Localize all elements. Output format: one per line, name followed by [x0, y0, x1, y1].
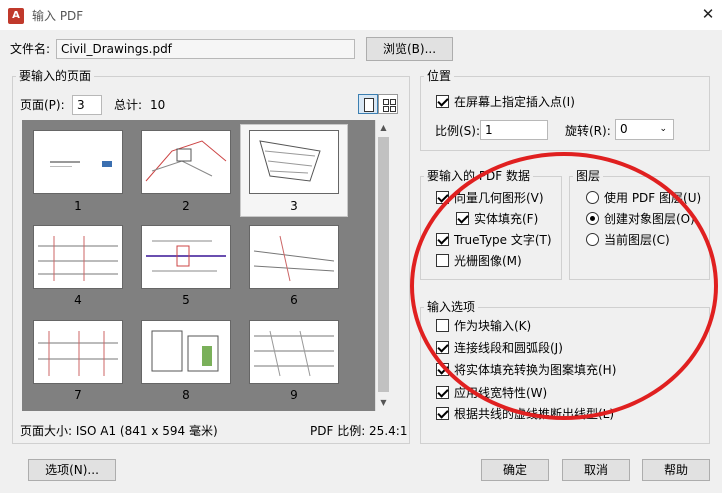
raster-images-checkbox[interactable] [436, 254, 449, 267]
total-value: 10 [150, 98, 166, 112]
page-thumbnail[interactable] [33, 320, 123, 384]
import-as-block-label: 作为块输入(K) [454, 319, 532, 333]
chevron-down-icon: ⌄ [659, 124, 667, 134]
current-layer-label: 当前图层(C) [604, 233, 670, 247]
rotation-label: 旋转(R): [565, 124, 611, 138]
page-thumbnail[interactable] [33, 225, 123, 289]
use-pdf-layers-label: 使用 PDF 图层(U) [604, 191, 702, 205]
pdf-app-icon: A [8, 8, 24, 24]
page-thumbnail-label: 3 [290, 199, 298, 213]
help-button[interactable]: 帮助 [642, 459, 710, 481]
options-button[interactable]: 选项(N)... [28, 459, 116, 481]
import-as-block-checkbox[interactable] [436, 319, 449, 332]
infer-linetypes-label: 根据共线的虚线推断出线型(L) [454, 407, 615, 421]
total-label: 总计: [114, 98, 143, 112]
page-thumbnail[interactable] [249, 320, 339, 384]
solid-fill-label: 实体填充(F) [474, 212, 539, 226]
rotation-select[interactable]: 0 ⌄ [615, 119, 674, 140]
truetype-text-checkbox[interactable] [436, 233, 449, 246]
apply-lineweight-label: 应用线宽特性(W) [454, 386, 548, 400]
page-thumbnail-label: 1 [74, 199, 82, 213]
page-thumbnail-label: 8 [182, 388, 190, 402]
page-thumbnail-label: 5 [182, 293, 190, 307]
scrollbar-thumb[interactable] [378, 137, 389, 392]
grid-view-icon[interactable] [378, 94, 398, 114]
vector-geometry-checkbox[interactable] [436, 191, 449, 204]
truetype-text-label: TrueType 文字(T) [454, 233, 552, 247]
cancel-button[interactable]: 取消 [562, 459, 630, 481]
page-number-input[interactable]: 3 [72, 95, 102, 115]
page-size-text: 页面大小: ISO A1 (841 x 594 毫米) [20, 424, 218, 438]
scale-label: 比例(S): [435, 124, 481, 138]
pages-group-label: 要输入的页面 [16, 69, 95, 83]
position-group-label: 位置 [424, 69, 455, 83]
solid-fill-checkbox[interactable] [456, 212, 469, 225]
page-thumbnail-label: 7 [74, 388, 82, 402]
join-segments-checkbox[interactable] [436, 341, 449, 354]
import-options-group-label: 输入选项 [424, 300, 479, 314]
page-thumbnail[interactable] [141, 320, 231, 384]
title-bar: A 输入 PDF ✕ [0, 0, 722, 30]
infer-linetypes-checkbox[interactable] [436, 407, 449, 420]
convert-fill-to-hatch-checkbox[interactable] [436, 363, 449, 376]
page-thumbnail[interactable] [141, 225, 231, 289]
page-thumbnail-label: 2 [182, 199, 190, 213]
page-thumbnail-label: 6 [290, 293, 298, 307]
create-object-layers-label: 创建对象图层(O) [604, 212, 695, 226]
join-segments-label: 连接线段和圆弧段(J) [454, 341, 563, 355]
page-thumbnail[interactable] [249, 130, 339, 194]
current-layer-radio[interactable] [586, 233, 599, 246]
vector-geometry-label: 向量几何图形(V) [454, 191, 544, 205]
use-pdf-layers-radio[interactable] [586, 191, 599, 204]
layers-group-label: 图层 [573, 169, 604, 183]
specify-onscreen-label: 在屏幕上指定插入点(I) [454, 95, 575, 109]
browse-button[interactable]: 浏览(B)... [366, 37, 453, 61]
single-view-icon[interactable] [358, 94, 378, 114]
window-title: 输入 PDF [32, 9, 84, 23]
close-icon[interactable]: ✕ [697, 3, 719, 25]
file-name-label: 文件名: [10, 42, 51, 56]
pdf-data-group-label: 要输入的 PDF 数据 [424, 169, 534, 183]
raster-images-label: 光栅图像(M) [454, 254, 522, 268]
scroll-down-icon[interactable]: ▼ [375, 395, 392, 411]
page-label: 页面(P): [20, 98, 65, 112]
page-thumbnail[interactable] [249, 225, 339, 289]
file-name-field[interactable]: Civil_Drawings.pdf [56, 39, 355, 59]
scale-input[interactable]: 1 [480, 120, 548, 140]
page-thumbnail-label: 4 [74, 293, 82, 307]
convert-fill-to-hatch-label: 将实体填充转换为图案填充(H) [454, 363, 617, 377]
pdf-scale-text: PDF 比例: 25.4:1 [310, 424, 408, 438]
scroll-up-icon[interactable]: ▲ [375, 120, 392, 136]
page-thumbnail[interactable] [141, 130, 231, 194]
ok-button[interactable]: 确定 [481, 459, 549, 481]
create-object-layers-radio[interactable] [586, 212, 599, 225]
specify-onscreen-checkbox[interactable] [436, 95, 449, 108]
page-thumbnail[interactable] [33, 130, 123, 194]
page-thumbnail-label: 9 [290, 388, 298, 402]
apply-lineweight-checkbox[interactable] [436, 386, 449, 399]
rotation-value: 0 [620, 122, 628, 136]
